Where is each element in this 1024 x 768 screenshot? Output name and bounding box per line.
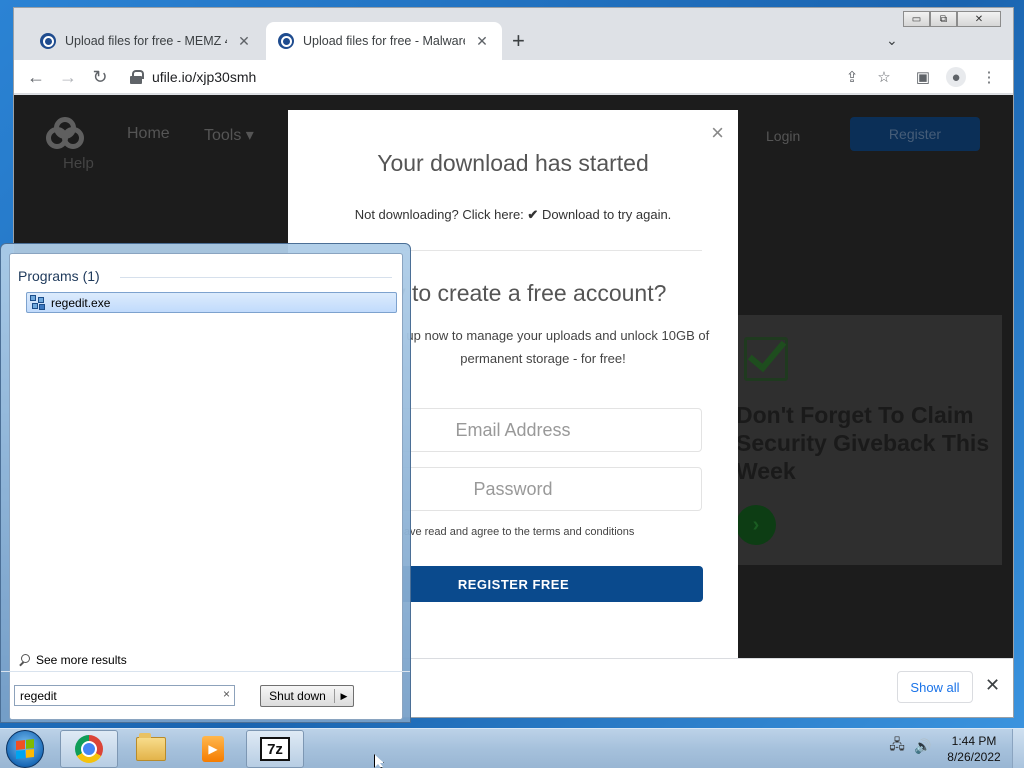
advertisement[interactable]: Don't Forget To Claim Security Giveback … [736, 315, 1002, 565]
programs-heading: Programs (1) [18, 268, 100, 284]
downloads-close-icon[interactable]: ✕ [985, 675, 1000, 696]
retry-prefix: Not downloading? Click here: [354, 207, 528, 222]
bookmark-star-icon[interactable]: ☆ [874, 67, 894, 87]
search-result-regedit[interactable]: regedit.exe [26, 292, 397, 313]
lock-icon[interactable] [130, 70, 144, 84]
minimize-button[interactable]: ▭ [903, 11, 930, 27]
see-more-label: See more results [36, 653, 127, 667]
clear-search-icon[interactable]: × [223, 687, 230, 701]
system-tray: 🖧 🔊 [888, 736, 932, 755]
back-arrow-icon[interactable]: ← [24, 65, 48, 89]
7zip-icon: 7z [260, 737, 290, 761]
retry-download-link[interactable]: Download to try again. [538, 207, 671, 222]
nav-home[interactable]: Home [127, 125, 170, 143]
modal-description: Sign up now to manage your uploads and u… [376, 328, 710, 366]
url-text[interactable]: ufile.io/xjp30smh [152, 69, 256, 85]
check-icon: ✔ [527, 207, 539, 222]
start-search-input[interactable]: regedit × [14, 685, 235, 706]
tab-malwaredatabase[interactable]: Upload files for free - MalwareDatabase … [266, 22, 502, 60]
ad-arrow-icon[interactable]: › [736, 505, 776, 545]
divider [120, 277, 392, 278]
tab-title: Upload files for free - MalwareDatabase [303, 34, 465, 48]
maximize-button[interactable]: ⧉ [930, 11, 957, 27]
taskbar-media-player[interactable]: ▶ [184, 730, 242, 768]
windows-flag-icon [16, 739, 34, 759]
login-link[interactable]: Login [766, 128, 800, 144]
search-result-label: regedit.exe [51, 295, 111, 310]
address-bar[interactable]: ufile.io/xjp30smh [122, 63, 872, 91]
tab-search-chevron-icon[interactable]: ⌄ [886, 32, 898, 49]
nav-tools[interactable]: Tools ▾ [204, 125, 254, 145]
show-all-button[interactable]: Show all [897, 671, 973, 703]
taskbar-explorer[interactable] [122, 730, 180, 768]
checkmark-icon [744, 337, 788, 381]
divider [1, 671, 410, 672]
magnifier-icon [18, 653, 31, 667]
clock-time: 1:44 PM [951, 734, 997, 748]
see-more-results-link[interactable]: See more results [18, 653, 127, 667]
profile-avatar-icon[interactable]: ● [946, 67, 966, 87]
registry-editor-icon [30, 294, 46, 311]
menu-kebab-icon[interactable]: ⋮ [979, 67, 999, 87]
modal-close-icon[interactable]: × [711, 120, 724, 146]
start-orb[interactable] [6, 730, 44, 768]
taskbar-7zip[interactable]: 7z [246, 730, 304, 768]
taskbar: ▶ 7z 🖧 🔊 1:44 PM 8/26/2022 [0, 728, 1024, 768]
show-desktop-button[interactable] [1012, 729, 1024, 768]
browser-toolbar: ← → ↻ ufile.io/xjp30smh ⇪ ☆ ▣ ● ⋮ [14, 60, 1013, 94]
side-panel-icon[interactable]: ▣ [913, 67, 933, 87]
nav-help[interactable]: Help [63, 155, 94, 172]
start-menu-results-pane: Programs (1) regedit.exe See more result… [9, 253, 403, 720]
share-icon[interactable]: ⇪ [842, 67, 862, 87]
ufile-favicon-icon [278, 33, 294, 49]
tab-title: Upload files for free - MEMZ 4.0 [65, 34, 227, 48]
close-window-button[interactable]: ✕ [957, 11, 1001, 27]
forward-arrow-icon[interactable]: → [56, 65, 80, 89]
search-input-value[interactable]: regedit [20, 689, 57, 703]
ufile-favicon-icon [40, 33, 56, 49]
tab-strip: Upload files for free - MEMZ 4.0 ✕ Uploa… [14, 8, 1013, 60]
network-icon[interactable]: 🖧 [888, 736, 906, 755]
tab-memz[interactable]: Upload files for free - MEMZ 4.0 ✕ [28, 22, 264, 60]
explorer-folder-icon [136, 733, 166, 761]
ad-headline: Don't Forget To Claim Security Giveback … [736, 402, 990, 484]
chrome-icon [75, 735, 103, 763]
register-button[interactable]: Register [850, 117, 980, 151]
clock[interactable]: 1:44 PM 8/26/2022 [942, 733, 1006, 765]
reload-icon[interactable]: ↻ [88, 65, 112, 89]
media-player-icon: ▶ [202, 736, 224, 762]
start-menu: Programs (1) regedit.exe See more result… [0, 243, 411, 723]
volume-icon[interactable]: 🔊 [914, 737, 932, 755]
taskbar-chrome[interactable] [60, 730, 118, 768]
ufile-logo-icon[interactable] [46, 117, 90, 153]
shutdown-options-arrow-icon[interactable]: ▶ [335, 691, 353, 702]
clock-date: 8/26/2022 [947, 750, 1001, 764]
tab-close-icon[interactable]: ✕ [474, 33, 490, 50]
retry-line: Not downloading? Click here: ✔ Download … [288, 207, 738, 223]
tab-close-icon[interactable]: ✕ [236, 33, 252, 50]
shutdown-button[interactable]: Shut down ▶ [260, 685, 354, 707]
new-tab-plus-icon[interactable]: + [512, 30, 525, 52]
window-controls: ▭ ⧉ ✕ [903, 11, 1001, 27]
modal-title: Your download has started [377, 150, 649, 176]
shutdown-label[interactable]: Shut down [261, 689, 335, 703]
